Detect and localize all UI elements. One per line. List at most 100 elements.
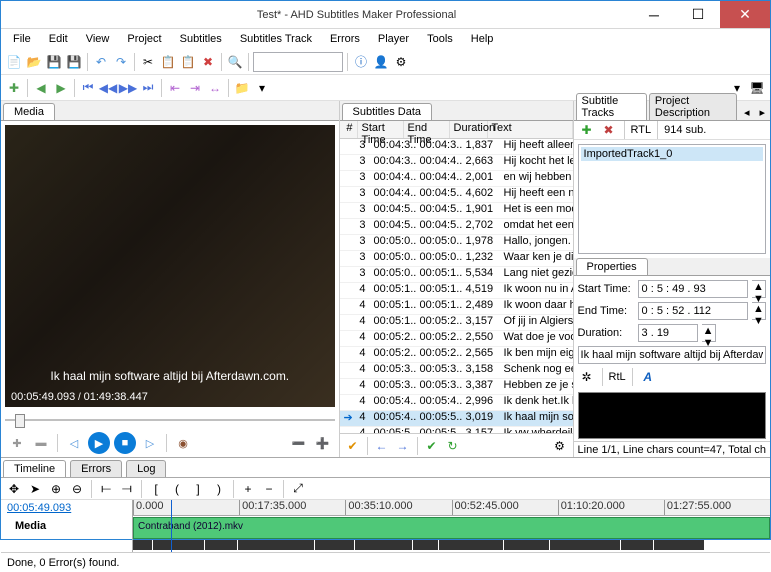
start-time-input[interactable]: 0 : 5 : 49 . 93	[638, 280, 748, 298]
end-time-input[interactable]: 0 : 5 : 52 . 112	[638, 302, 748, 320]
tl-hand-icon[interactable]: ✥	[5, 480, 23, 498]
table-row[interactable]: 400:05:1...00:05:2...3,157Of jij in Algi…	[340, 315, 573, 331]
col-text[interactable]: Text	[488, 121, 573, 138]
monitor-icon[interactable]: 🖥	[748, 79, 766, 97]
font-icon[interactable]: A	[639, 368, 657, 386]
col-dur[interactable]: Duration	[450, 121, 488, 138]
vol-up-icon[interactable]: ➕	[313, 433, 333, 453]
reload-icon[interactable]: ↻	[444, 437, 462, 455]
undo-icon[interactable]: ↶	[92, 53, 110, 71]
col-start[interactable]: Start Time	[358, 121, 404, 138]
seek-slider[interactable]	[5, 411, 335, 429]
check-icon[interactable]: ✔	[344, 437, 362, 455]
sub-settings-icon[interactable]: ⚙	[551, 437, 569, 455]
end-spinner[interactable]: ▲▼	[752, 302, 766, 320]
table-row[interactable]: 400:05:2...00:05:2...2,550Wat doe je voo…	[340, 331, 573, 347]
menu-help[interactable]: Help	[463, 31, 502, 47]
table-row[interactable]: 300:04:3...00:04:3...1,837Hij heeft alle…	[340, 139, 573, 155]
track-item[interactable]: ImportedTrack1_0	[581, 147, 763, 161]
stop-button[interactable]: ■	[114, 432, 136, 454]
seek-thumb[interactable]	[15, 414, 25, 428]
table-row[interactable]: ➔400:05:4...00:05:5...3,019Ik haal mijn …	[340, 411, 573, 427]
menu-player[interactable]: Player	[370, 31, 417, 47]
tab-project-description[interactable]: Project Description	[649, 93, 737, 120]
sub-next-icon[interactable]: →	[394, 437, 412, 455]
col-num[interactable]: #	[340, 121, 358, 138]
table-row[interactable]: 300:04:5...00:04:5...1,901Het is een moo…	[340, 203, 573, 219]
table-row[interactable]: 300:04:3...00:04:4...2,663Hij kocht het …	[340, 155, 573, 171]
table-body[interactable]: 300:04:3...00:04:3...1,837Hij heeft alle…	[340, 139, 573, 433]
delete-icon[interactable]: ✖	[199, 53, 217, 71]
settings-icon[interactable]: ⚙	[392, 53, 410, 71]
menu-project[interactable]: Project	[119, 31, 169, 47]
save-as-icon[interactable]: 💾	[65, 53, 83, 71]
tl-pointer-icon[interactable]: ➤	[26, 480, 44, 498]
tl-zoomin-icon[interactable]: ⊕	[47, 480, 65, 498]
vol-down-icon[interactable]: ➖	[289, 433, 309, 453]
tab-media[interactable]: Media	[3, 103, 55, 120]
tab-errors[interactable]: Errors	[70, 460, 122, 477]
shrink-icon[interactable]: ↔	[206, 79, 224, 97]
timeline-subtitle-segments[interactable]	[133, 540, 770, 550]
sub-prev-icon[interactable]: ←	[373, 437, 391, 455]
table-row[interactable]: 400:05:1...00:05:1...4,519Ik woon nu in …	[340, 283, 573, 299]
track-prev-icon[interactable]: ◀	[32, 79, 50, 97]
tl-markin-icon[interactable]: ⟝	[97, 480, 115, 498]
tl-fit-icon[interactable]: ⤢	[289, 480, 307, 498]
table-row[interactable]: 300:05:0...00:05:0...1,978Hallo, jongen.	[340, 235, 573, 251]
cut-icon[interactable]: ✂	[139, 53, 157, 71]
apply-icon[interactable]: ✔	[423, 437, 441, 455]
video-viewport[interactable]: Ik haal mijn software altijd bij Afterda…	[5, 125, 335, 407]
delete-track-icon[interactable]: ✖	[600, 121, 618, 139]
add-sub-icon[interactable]: ✚	[7, 433, 27, 453]
col-end[interactable]: End Time	[404, 121, 450, 138]
new-icon[interactable]: 📄	[5, 53, 23, 71]
timeline-canvas[interactable]: 0.000 00:17:35.000 00:35:10.000 00:52:45…	[133, 500, 770, 552]
table-row[interactable]: 300:04:4...00:04:4...2,001en wij hebben …	[340, 171, 573, 187]
table-row[interactable]: 300:05:0...00:05:1...5,534Lang niet gezi…	[340, 267, 573, 283]
menu-view[interactable]: View	[78, 31, 118, 47]
tl-bracket3-icon[interactable]: ]	[189, 480, 207, 498]
prev-frame-icon[interactable]: ◁	[64, 433, 84, 453]
tl-markout-icon[interactable]: ⟞	[118, 480, 136, 498]
table-row[interactable]: 400:05:4...00:05:4...2,996Ik denk het.Ik…	[340, 395, 573, 411]
remove-sub-icon[interactable]: ▬	[31, 433, 51, 453]
close-button[interactable]: ✕	[720, 1, 770, 28]
menu-subtitles[interactable]: Subtitles	[172, 31, 230, 47]
playhead[interactable]	[171, 500, 172, 552]
skip-fwd-icon[interactable]: ⏭	[139, 79, 157, 97]
shift-right-icon[interactable]: ⇥	[186, 79, 204, 97]
redo-icon[interactable]: ↷	[112, 53, 130, 71]
rtl-button[interactable]: RtL	[609, 371, 626, 383]
tabs-scroll-right-icon[interactable]: ▸	[754, 105, 770, 120]
tab-properties[interactable]: Properties	[576, 258, 648, 275]
import-icon[interactable]: 📁	[233, 79, 251, 97]
menu-subtitles-track[interactable]: Subtitles Track	[232, 31, 320, 47]
menu-file[interactable]: File	[5, 31, 39, 47]
menu-edit[interactable]: Edit	[41, 31, 76, 47]
open-icon[interactable]: 📂	[25, 53, 43, 71]
tl-bracket1-icon[interactable]: [	[147, 480, 165, 498]
shift-left-icon[interactable]: ⇤	[166, 79, 184, 97]
table-row[interactable]: 400:05:1...00:05:1...2,489Ik woon daar h…	[340, 299, 573, 315]
track-list[interactable]: ImportedTrack1_0	[578, 144, 766, 254]
timeline-timecode-link[interactable]: 00:05:49.093	[1, 500, 132, 516]
rtl-toggle[interactable]: RTL	[631, 124, 652, 136]
maximize-button[interactable]: ☐	[676, 1, 720, 28]
tab-subtitle-tracks[interactable]: Subtitle Tracks	[576, 93, 647, 120]
record-icon[interactable]: ◉	[173, 433, 193, 453]
expand-icon[interactable]: ✲	[578, 368, 596, 386]
search-input[interactable]	[253, 52, 343, 72]
start-spinner[interactable]: ▲▼	[752, 280, 766, 298]
subtitle-text-input[interactable]	[578, 346, 766, 364]
table-row[interactable]: 300:05:0...00:05:0...1,232Waar ken je di…	[340, 251, 573, 267]
table-row[interactable]: 400:05:2...00:05:2...2,565Ik ben mijn ei…	[340, 347, 573, 363]
duration-spinner[interactable]: ▲▼	[702, 324, 716, 342]
tl-plus-icon[interactable]: +	[239, 480, 257, 498]
table-row[interactable]: 300:04:5...00:04:5...2,702omdat het een …	[340, 219, 573, 235]
tl-zoomout-icon[interactable]: ⊖	[68, 480, 86, 498]
user-icon[interactable]: 👤	[372, 53, 390, 71]
add-track-icon[interactable]: ✚	[578, 121, 596, 139]
table-row[interactable]: 400:05:3...00:05:3...3,387Hebben ze je s…	[340, 379, 573, 395]
help-icon[interactable]: ⓘ	[352, 53, 370, 71]
